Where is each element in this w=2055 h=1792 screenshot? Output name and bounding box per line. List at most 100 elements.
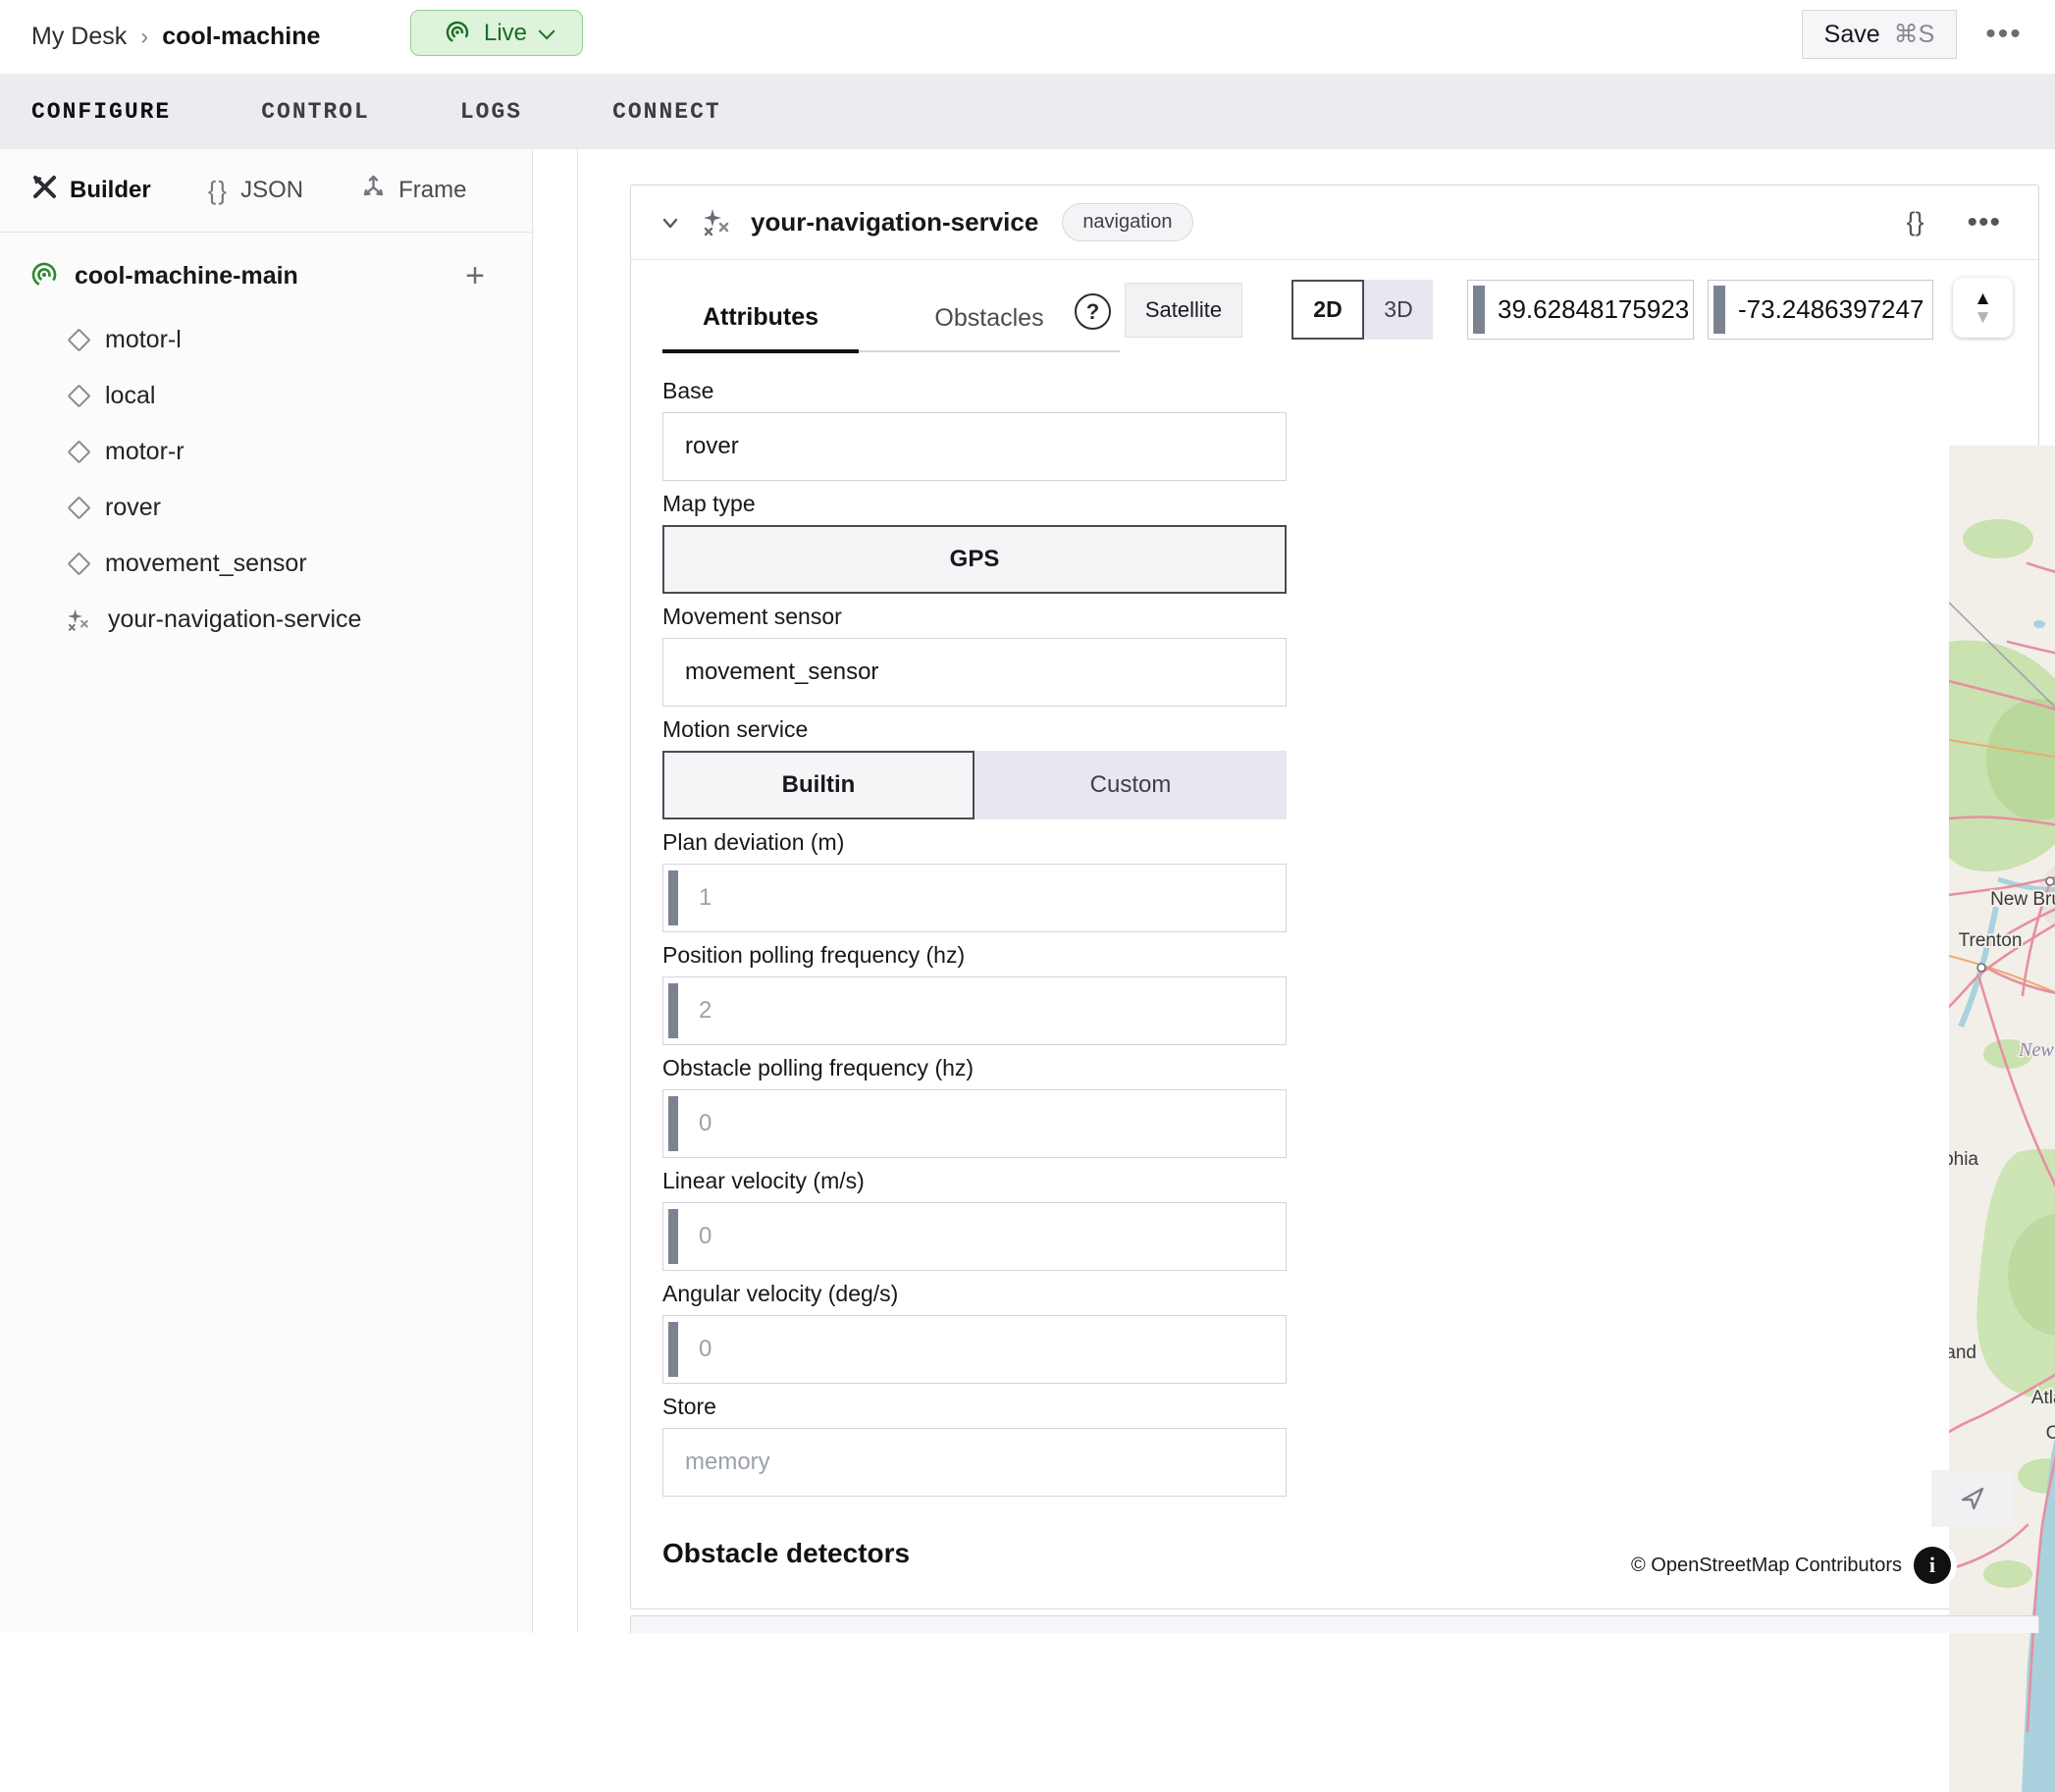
map-attribution: © OpenStreetMap Contributors i [1607, 1543, 1957, 1588]
field-linear-velocity-m-s: Linear velocity (m/s) 0 [662, 1168, 1287, 1271]
sidebar-item-your-navigation-service[interactable]: your-navigation-service [0, 592, 533, 648]
field-label: Store [662, 1394, 1287, 1419]
mode-2d-button[interactable]: 2D [1291, 280, 1364, 340]
tab-attributes[interactable]: Attributes [662, 286, 859, 353]
add-component-button[interactable]: + [465, 247, 485, 304]
plan-deviation-m-input[interactable]: 1 [662, 864, 1287, 932]
motion-service-segmented: BuiltinCustom [662, 751, 1287, 819]
component-label: rover [105, 494, 161, 522]
angular-velocity-deg-s-input[interactable]: 0 [662, 1315, 1287, 1384]
nav-tab-logs[interactable]: LOGS [460, 99, 522, 125]
sidebar-item-rover[interactable]: rover [0, 480, 533, 536]
field-value: 1 [699, 884, 711, 912]
nav-tab-connect[interactable]: CONNECT [612, 99, 721, 125]
live-signal-icon [443, 19, 472, 48]
map-label-atlantic: Atlantic [2031, 1388, 2055, 1408]
tools-icon [31, 174, 58, 207]
segment-custom[interactable]: Custom [975, 751, 1287, 819]
json-view-icon[interactable]: {} [1906, 207, 1923, 237]
save-button[interactable]: Save ⌘S [1802, 10, 1957, 59]
field-label: Linear velocity (m/s) [662, 1168, 1287, 1193]
map-label-new-brunswick: New Brunswick [1990, 889, 2055, 910]
live-status-dropdown[interactable]: Live [410, 10, 583, 56]
segment-builtin[interactable]: Builtin [662, 751, 975, 819]
obstacle-detectors-heading: Obstacle detectors [662, 1538, 910, 1569]
step-down-icon[interactable]: ▼ [1974, 308, 1992, 327]
zoom-stepper[interactable]: ▲ ▼ [1953, 278, 2013, 338]
step-up-icon[interactable]: ▲ [1974, 290, 1992, 308]
field-obstacle-polling-frequency-hz: Obstacle polling frequency (hz)0 [662, 1055, 1287, 1158]
sidebar-item-machine-main[interactable]: cool-machine-main [0, 247, 533, 304]
movement-sensor-input[interactable]: movement_sensor [662, 638, 1287, 707]
nav-tab-configure[interactable]: CONFIGURE [31, 99, 171, 125]
chevron-down-icon [539, 23, 555, 39]
component-icon [67, 440, 90, 463]
machine-signal-icon [29, 261, 59, 290]
panel-divider [577, 149, 578, 1633]
sidebar-item-movement_sensor[interactable]: movement_sensor [0, 536, 533, 592]
card-menu-icon[interactable]: ••• [1967, 206, 2001, 239]
longitude-drag-handle[interactable] [1713, 286, 1725, 334]
sidebar: Builder {}JSON Frame cool-machine-main + m… [0, 149, 533, 1633]
mode-3d-button[interactable]: 3D [1364, 280, 1433, 340]
field-movement-sensor: Movement sensormovement_sensor [662, 604, 1287, 707]
field-label: Base [662, 378, 1287, 403]
field-motion-service: Motion serviceBuiltinCustom [662, 716, 1287, 819]
service-label: your-navigation-service [108, 606, 361, 634]
save-label: Save [1824, 21, 1880, 49]
component-label: local [105, 382, 155, 410]
live-label: Live [484, 20, 527, 47]
card-title: your-navigation-service [751, 207, 1038, 237]
view-tab-frame[interactable]: Frame [360, 174, 466, 207]
number-drag-handle[interactable] [668, 870, 678, 925]
field-angular-velocity-deg-s: Angular velocity (deg/s)0 [662, 1281, 1287, 1384]
card-header: your-navigation-service navigation {} ••… [631, 185, 2038, 260]
position-polling-frequency-hz-input[interactable]: 2 [662, 976, 1287, 1045]
view-tab-builder[interactable]: Builder [31, 174, 151, 207]
field-value: 2 [699, 997, 711, 1025]
sidebar-item-local[interactable]: local [0, 368, 533, 424]
linear-velocity-m-s-input[interactable]: 0 [662, 1202, 1287, 1271]
latitude-value: 39.62848175923 [1498, 294, 1689, 325]
number-drag-handle[interactable] [668, 983, 678, 1038]
component-label: motor-r [105, 438, 184, 466]
city-marker-trenton [1977, 964, 1985, 972]
field-store: Store memory [662, 1394, 1287, 1497]
map-label-vineland: Vineland [1949, 1343, 1976, 1363]
locate-button[interactable] [1931, 1470, 2014, 1527]
attributes-tab-bar: Attributes Obstacles [662, 286, 1120, 352]
obstacle-polling-frequency-hz-input[interactable]: 0 [662, 1089, 1287, 1158]
longitude-input[interactable]: -73.2486397247 [1708, 280, 1933, 340]
navigation-service-icon [65, 607, 90, 633]
collapse-chevron-icon[interactable] [659, 211, 682, 235]
sidebar-item-motor-l[interactable]: motor-l [0, 312, 533, 368]
component-label: motor-l [105, 326, 182, 354]
view-tab-label: Builder [70, 177, 151, 204]
field-value: 0 [699, 1336, 711, 1363]
number-drag-handle[interactable] [668, 1322, 678, 1377]
component-label: movement_sensor [105, 550, 307, 578]
nav-tab-control[interactable]: CONTROL [261, 99, 370, 125]
breadcrumb-root[interactable]: My Desk [31, 23, 127, 51]
component-icon [67, 552, 90, 575]
number-drag-handle[interactable] [668, 1096, 678, 1151]
number-drag-handle[interactable] [668, 1209, 678, 1264]
field-base: Base rover [662, 378, 1287, 481]
view-tab-json[interactable]: {}JSON [208, 176, 303, 206]
navigation-map[interactable]: MassachusettsProvidenceRhode IslandConne… [1949, 446, 2055, 1792]
latitude-input[interactable]: 39.62848175923 [1467, 280, 1694, 340]
view-tab-label: Frame [398, 177, 466, 204]
map-label-new-jersey: New Jersey [2018, 1039, 2055, 1061]
satellite-toggle-button[interactable]: Satellite [1125, 283, 1242, 338]
base-input[interactable]: rover [662, 412, 1287, 481]
store-input[interactable]: memory [662, 1428, 1287, 1497]
field-map-type: Map typeGPS [662, 491, 1287, 594]
help-icon[interactable]: ? [1075, 293, 1111, 330]
latitude-drag-handle[interactable] [1473, 286, 1485, 334]
field-plan-deviation-m: Plan deviation (m)1 [662, 829, 1287, 932]
map-type-button[interactable]: GPS [662, 525, 1287, 594]
sidebar-item-motor-r[interactable]: motor-r [0, 424, 533, 480]
config-view-tabs: Builder {}JSON Frame [0, 149, 533, 233]
info-icon[interactable]: i [1914, 1547, 1951, 1584]
overflow-menu-icon[interactable]: ••• [1975, 12, 2033, 57]
